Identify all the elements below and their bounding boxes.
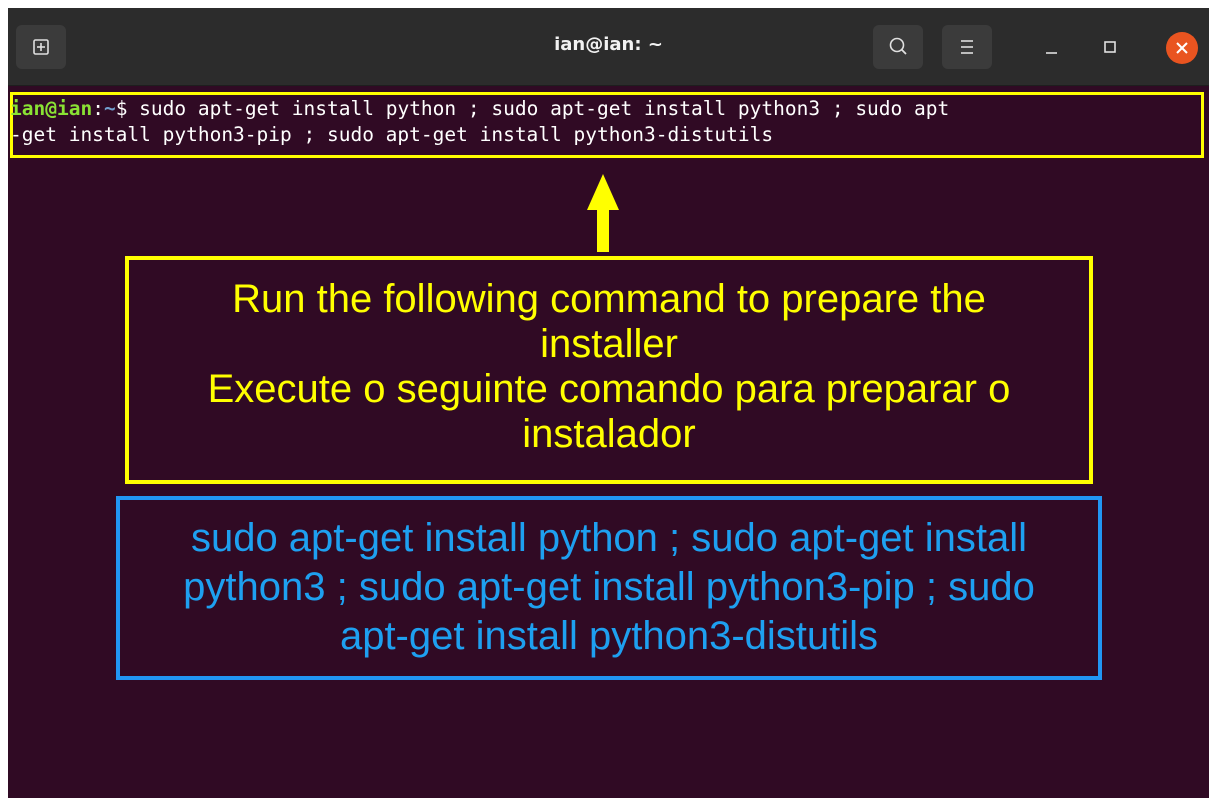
title-bar: ian@ian: ~ bbox=[8, 8, 1209, 86]
command-text-1: sudo apt-get install python ; sudo apt-g… bbox=[127, 97, 950, 120]
prompt-symbol: $ bbox=[115, 97, 128, 120]
up-arrow-icon bbox=[587, 174, 619, 252]
instruction-line-4: instalador bbox=[522, 412, 696, 456]
minimize-button[interactable] bbox=[1035, 30, 1069, 64]
terminal-window: ian@ian: ~ ian@ian:~$ sudo apt-get insta… bbox=[8, 8, 1209, 798]
instruction-line-1: Run the following command to prepare the bbox=[232, 277, 986, 321]
command-callout-line-3: apt-get install python3-distutils bbox=[339, 614, 879, 658]
command-line-1: ian@ian:~$ sudo apt-get install python ;… bbox=[10, 96, 949, 122]
menu-button[interactable] bbox=[942, 25, 992, 69]
instruction-line-3: Execute o seguinte comando para preparar… bbox=[207, 367, 1011, 411]
instruction-callout: Run the following command to prepare the… bbox=[125, 256, 1093, 484]
hamburger-menu-icon bbox=[961, 40, 973, 54]
close-icon bbox=[1176, 42, 1188, 54]
command-callout-line-2: python3 ; sudo apt-get install python3-p… bbox=[183, 565, 1035, 609]
prompt-path: ~ bbox=[103, 97, 116, 120]
terminal-area[interactable]: ian@ian:~$ sudo apt-get install python ;… bbox=[8, 86, 1209, 798]
maximize-icon bbox=[1104, 41, 1116, 53]
minimize-icon bbox=[1046, 52, 1057, 54]
prompt-separator: : bbox=[92, 97, 104, 120]
instruction-line-2: installer bbox=[540, 322, 678, 366]
close-button[interactable] bbox=[1166, 32, 1198, 64]
search-button[interactable] bbox=[873, 25, 923, 69]
command-callout-line-1: sudo apt-get install python ; sudo apt-g… bbox=[190, 516, 1028, 560]
command-callout: sudo apt-get install python ; sudo apt-g… bbox=[116, 496, 1102, 680]
prompt-user: ian@ian bbox=[10, 97, 93, 120]
search-icon bbox=[889, 37, 907, 55]
command-line-2: -get install python3-pip ; sudo apt-get … bbox=[10, 123, 774, 146]
maximize-button[interactable] bbox=[1093, 30, 1127, 64]
window-title: ian@ian: ~ bbox=[554, 34, 663, 55]
